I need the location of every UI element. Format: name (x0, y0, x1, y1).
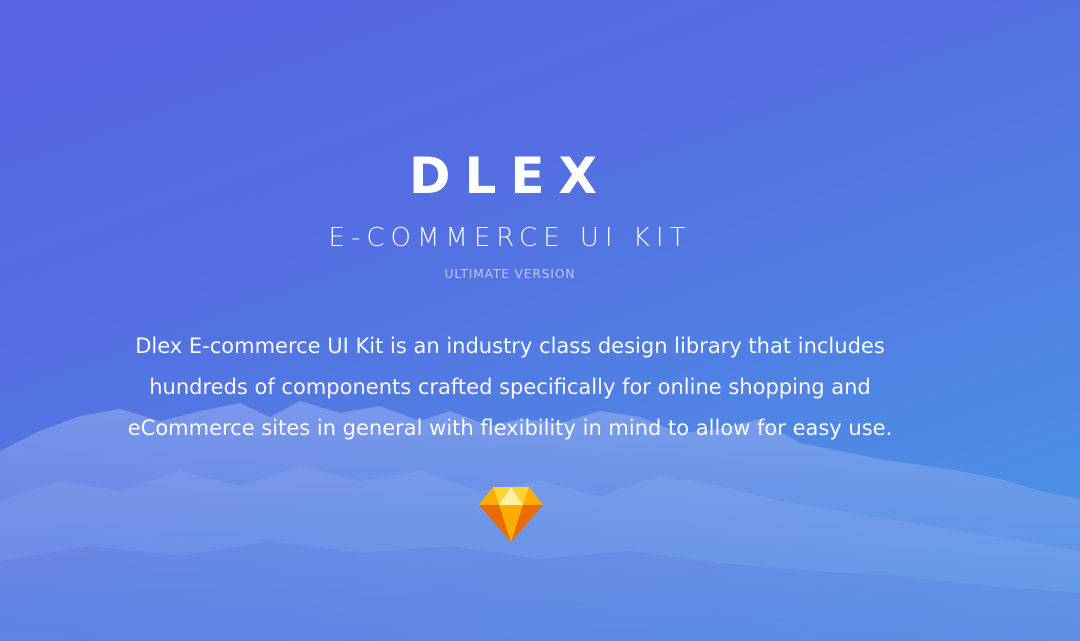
hero-banner: DLEX E-COMMERCE UI KIT ULTIMATE VERSION … (0, 0, 1080, 641)
kit-subtitle: E-COMMERCE UI KIT (328, 223, 692, 253)
sketch-diamond-icon (479, 487, 543, 542)
version-label: ULTIMATE VERSION (444, 267, 576, 281)
brand-title: DLEX (408, 147, 612, 205)
kit-description: Dlex E-commerce UI Kit is an industry cl… (127, 334, 893, 440)
